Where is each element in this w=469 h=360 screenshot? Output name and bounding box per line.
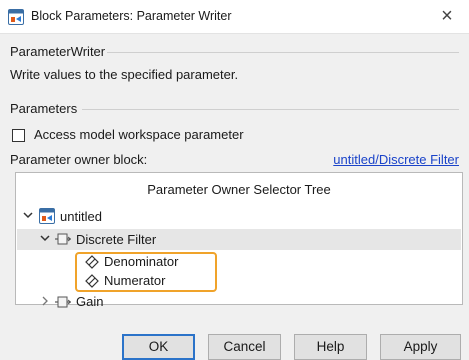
owner-block-label: Parameter owner block: <box>10 152 148 167</box>
tree-node-label: untitled <box>60 209 102 224</box>
tree-header: Parameter Owner Selector Tree <box>147 182 331 197</box>
close-button[interactable]: × <box>425 0 469 33</box>
tree-node-label: Gain <box>76 294 104 309</box>
model-icon <box>39 208 55 227</box>
chevron-right-icon[interactable] <box>40 296 50 309</box>
tree-node-label: Denominator <box>104 254 179 269</box>
access-model-workspace-checkbox[interactable] <box>12 129 25 142</box>
block-name-divider <box>107 52 459 53</box>
block-icon <box>55 232 72 249</box>
parameters-divider <box>82 109 459 110</box>
apply-button[interactable]: Apply <box>380 334 461 360</box>
owner-block-link[interactable]: untitled/Discrete Filter <box>333 152 459 167</box>
parameters-group-title: Parameters <box>10 101 78 116</box>
close-icon: × <box>441 5 453 27</box>
block-icon <box>55 295 72 312</box>
tree-node-label: Discrete Filter <box>76 232 157 247</box>
chevron-down-icon[interactable] <box>23 210 33 223</box>
tree-node-label: Numerator <box>104 273 166 288</box>
parameter-icon <box>85 274 99 291</box>
tree-node-untitled[interactable]: untitled <box>16 207 456 227</box>
simulink-app-icon <box>8 9 24 25</box>
ok-button[interactable]: OK <box>122 334 195 360</box>
tree-node-discrete-filter[interactable]: Discrete Filter <box>16 229 456 249</box>
block-name-title: ParameterWriter <box>10 44 106 59</box>
cancel-button[interactable]: Cancel <box>208 334 281 360</box>
chevron-down-icon[interactable] <box>40 233 50 246</box>
window-title: Block Parameters: Parameter Writer <box>31 9 232 23</box>
access-model-workspace-label[interactable]: Access model workspace parameter <box>34 127 244 142</box>
tree-node-numerator[interactable]: Numerator <box>76 272 214 290</box>
title-bar: Block Parameters: Parameter Writer × <box>0 0 469 34</box>
parameter-owner-selector-tree[interactable]: Parameter Owner Selector Tree untitled D… <box>15 172 463 309</box>
tree-node-gain[interactable]: Gain <box>16 293 456 311</box>
tree-node-denominator[interactable]: Denominator <box>76 253 214 271</box>
parameter-icon <box>85 255 99 272</box>
block-description: Write values to the specified parameter. <box>10 67 239 82</box>
help-button[interactable]: Help <box>294 334 367 360</box>
